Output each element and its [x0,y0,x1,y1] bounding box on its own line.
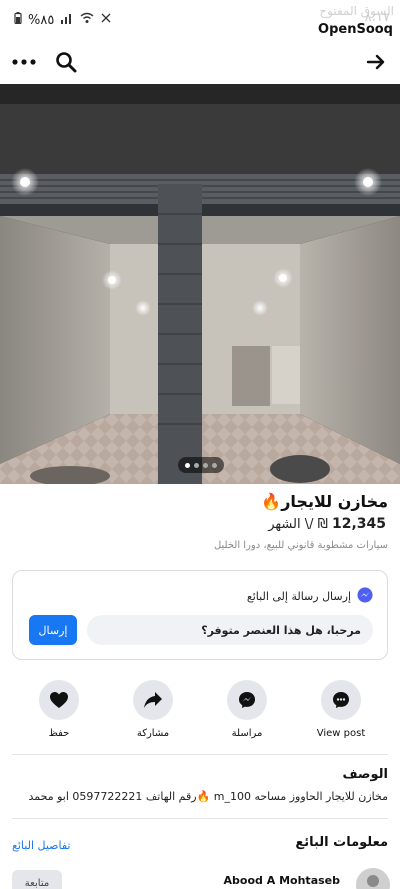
seller-section-title: معلومات البائع [295,835,388,850]
messenger-icon [357,587,373,606]
more-dots-icon[interactable] [10,48,38,76]
top-bar [0,40,400,84]
divider [12,818,388,819]
pager-dot[interactable] [212,462,217,468]
price-period: /\ الشهر [268,517,314,532]
messenger-bubble-icon[interactable] [321,680,361,720]
messenger-icon[interactable] [227,680,267,720]
share-label: مشاركة [136,728,170,739]
divider [12,754,388,755]
view-post-label: View post [316,728,366,739]
pager-dot[interactable] [203,462,208,468]
pager-dot[interactable] [185,462,190,468]
share-icon[interactable] [133,680,173,720]
listing-category: سيارات مشطوبة قانوني للبيع، دورا الخليل [213,540,388,551]
search-icon[interactable] [52,48,80,76]
message-action[interactable]: مراسلة [207,680,287,739]
pager-dot[interactable] [194,462,199,468]
listing-price: 12,345 ₪ /\ الشهر [268,516,386,532]
watermark-arabic: السوق المفتوح [319,4,394,18]
avatar[interactable] [356,868,390,889]
photo-pager[interactable] [178,457,224,473]
message-card-header: إرسال رسالة إلى البائع [247,587,373,606]
notification-icon [100,12,112,28]
share-action[interactable]: مشاركة [113,680,193,739]
follow-button[interactable]: متابعة [12,870,62,889]
heart-icon[interactable] [39,680,79,720]
wifi-icon [80,12,94,28]
seller-details-link[interactable]: تفاصيل البائع [12,839,70,852]
message-input[interactable]: مرحبا، هل هذا العنصر متوفر؟ [87,615,373,645]
price-value: 12,345 [331,516,386,532]
signal-icon [60,12,74,28]
battery-icon [14,12,22,28]
seller-name[interactable]: Abood A Mohtaseb [224,874,340,887]
description-title: الوصف [342,767,388,782]
listing-title: مخازن للايجار🔥 [261,492,388,511]
send-button[interactable]: إرسال [29,615,77,645]
warehouse-photo-illustration [0,84,400,484]
arrow-right-icon[interactable] [362,48,390,76]
description-text: مخازن للايجار الحاووز مساحه m_100 🔥رقم ا… [28,790,388,803]
currency-symbol: ₪ [317,517,328,532]
message-card-heading: إرسال رسالة إلى البائع [246,590,351,603]
message-seller-card: إرسال رسالة إلى البائع مرحبا، هل هذا الع… [12,570,388,660]
opensooq-logo: OpenSooq [315,22,396,37]
save-action[interactable]: حفظ [19,680,99,739]
battery-percent: %٨٥ [28,12,55,28]
status-indicators: %٨٥ [14,12,112,28]
message-label: مراسلة [231,728,263,739]
status-bar: %٨٥ ٨:١٧ السوق المفتوح OpenSooq [0,0,400,40]
save-label: حفظ [48,728,70,739]
listing-photo[interactable] [0,84,400,484]
view-post-action[interactable]: View post [301,680,381,739]
